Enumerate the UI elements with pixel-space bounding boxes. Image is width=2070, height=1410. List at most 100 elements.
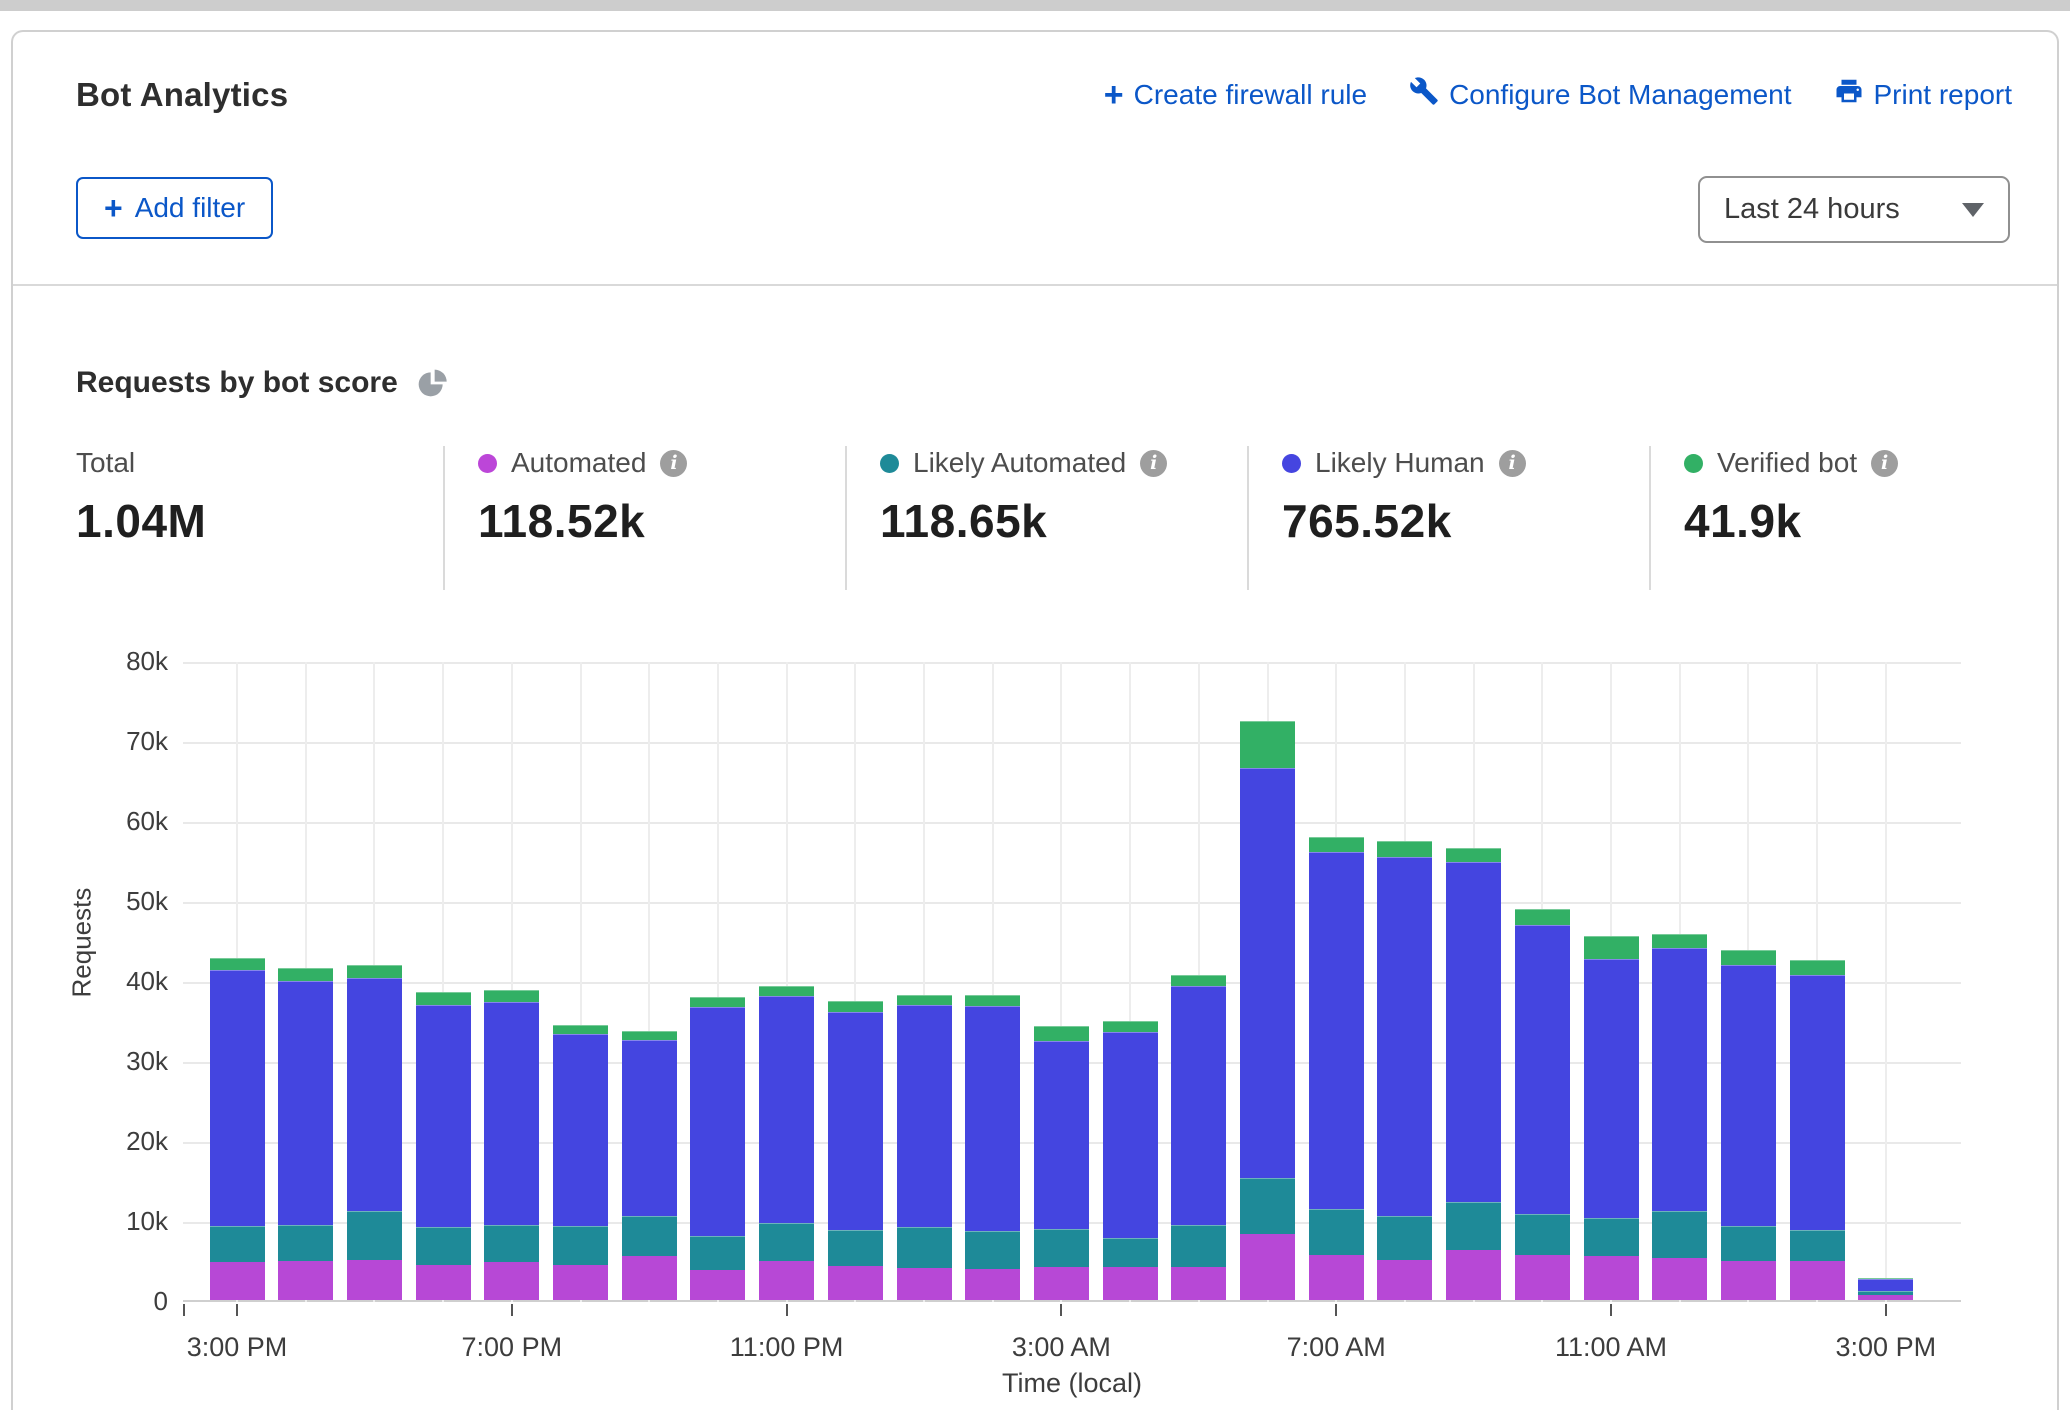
bar-segment-automated[interactable] bbox=[347, 1260, 402, 1300]
bar-segment-verified-bot[interactable] bbox=[1240, 721, 1295, 768]
add-filter-button[interactable]: + Add filter bbox=[76, 177, 273, 239]
bar-segment-likely-human[interactable] bbox=[1103, 1032, 1158, 1238]
bar-segment-verified-bot[interactable] bbox=[1790, 960, 1845, 975]
bar-segment-likely-automated[interactable] bbox=[1377, 1216, 1432, 1260]
bar-segment-likely-human[interactable] bbox=[622, 1040, 677, 1216]
bar-segment-automated[interactable] bbox=[278, 1261, 333, 1300]
bar-segment-automated[interactable] bbox=[1515, 1255, 1570, 1300]
bar-segment-automated[interactable] bbox=[1721, 1261, 1776, 1300]
bar-segment-likely-automated[interactable] bbox=[1240, 1178, 1295, 1234]
bar-segment-automated[interactable] bbox=[1309, 1255, 1364, 1300]
bar-segment-automated[interactable] bbox=[210, 1262, 265, 1300]
bar-segment-likely-automated[interactable] bbox=[416, 1227, 471, 1265]
bar-segment-likely-human[interactable] bbox=[1309, 852, 1364, 1209]
bar-segment-automated[interactable] bbox=[759, 1261, 814, 1300]
bar-segment-likely-automated[interactable] bbox=[622, 1216, 677, 1256]
bar-segment-likely-human[interactable] bbox=[828, 1012, 883, 1230]
bar-segment-likely-human[interactable] bbox=[1652, 948, 1707, 1211]
bar-segment-automated[interactable] bbox=[1652, 1258, 1707, 1300]
bar-segment-verified-bot[interactable] bbox=[416, 992, 471, 1005]
bar-segment-verified-bot[interactable] bbox=[1103, 1021, 1158, 1032]
bar-segment-likely-human[interactable] bbox=[1171, 986, 1226, 1225]
bar-segment-likely-automated[interactable] bbox=[1858, 1291, 1913, 1295]
bar-segment-likely-automated[interactable] bbox=[210, 1226, 265, 1262]
info-icon[interactable]: i bbox=[660, 450, 687, 477]
bar-segment-likely-automated[interactable] bbox=[828, 1230, 883, 1266]
bar-segment-likely-human[interactable] bbox=[965, 1006, 1020, 1231]
info-icon[interactable]: i bbox=[1140, 450, 1167, 477]
create-firewall-rule-link[interactable]: + Create firewall rule bbox=[1104, 79, 1367, 111]
bar-segment-automated[interactable] bbox=[1171, 1267, 1226, 1300]
bar-segment-automated[interactable] bbox=[1240, 1234, 1295, 1300]
bar-segment-verified-bot[interactable] bbox=[1377, 841, 1432, 857]
configure-bot-management-link[interactable]: Configure Bot Management bbox=[1409, 76, 1791, 113]
bar-segment-likely-automated[interactable] bbox=[553, 1226, 608, 1265]
bar-segment-automated[interactable] bbox=[484, 1262, 539, 1300]
bar-segment-verified-bot[interactable] bbox=[965, 995, 1020, 1006]
time-range-select[interactable]: Last 24 hours bbox=[1698, 176, 2010, 243]
bar-segment-likely-human[interactable] bbox=[1034, 1041, 1089, 1229]
bar-segment-automated[interactable] bbox=[1446, 1250, 1501, 1300]
bar-segment-automated[interactable] bbox=[1034, 1267, 1089, 1300]
bar-segment-verified-bot[interactable] bbox=[897, 995, 952, 1005]
bar-segment-likely-human[interactable] bbox=[1858, 1279, 1913, 1291]
bar-segment-likely-human[interactable] bbox=[347, 978, 402, 1212]
bar-segment-likely-automated[interactable] bbox=[1652, 1211, 1707, 1258]
bar-segment-verified-bot[interactable] bbox=[347, 965, 402, 978]
bar-segment-likely-human[interactable] bbox=[416, 1005, 471, 1227]
info-icon[interactable]: i bbox=[1871, 450, 1898, 477]
bar-segment-verified-bot[interactable] bbox=[1858, 1278, 1913, 1279]
bar-segment-verified-bot[interactable] bbox=[484, 990, 539, 1002]
bar-segment-verified-bot[interactable] bbox=[759, 986, 814, 996]
bar-segment-automated[interactable] bbox=[897, 1268, 952, 1300]
bar-segment-likely-human[interactable] bbox=[484, 1002, 539, 1225]
bar-segment-likely-human[interactable] bbox=[1377, 857, 1432, 1216]
bar-segment-likely-human[interactable] bbox=[759, 996, 814, 1223]
bar-segment-automated[interactable] bbox=[416, 1265, 471, 1300]
bar-segment-likely-automated[interactable] bbox=[1584, 1218, 1639, 1256]
bar-segment-likely-human[interactable] bbox=[690, 1007, 745, 1236]
bar-segment-verified-bot[interactable] bbox=[622, 1031, 677, 1040]
bar-segment-automated[interactable] bbox=[622, 1256, 677, 1300]
bar-segment-verified-bot[interactable] bbox=[1515, 909, 1570, 925]
bar-segment-likely-automated[interactable] bbox=[1034, 1229, 1089, 1267]
bar-segment-likely-automated[interactable] bbox=[347, 1211, 402, 1260]
bar-segment-verified-bot[interactable] bbox=[690, 997, 745, 1007]
bar-segment-likely-human[interactable] bbox=[1446, 862, 1501, 1202]
info-icon[interactable]: i bbox=[1499, 450, 1526, 477]
bar-segment-likely-human[interactable] bbox=[553, 1034, 608, 1226]
bar-segment-verified-bot[interactable] bbox=[1309, 837, 1364, 852]
bar-segment-likely-automated[interactable] bbox=[759, 1223, 814, 1261]
bar-segment-verified-bot[interactable] bbox=[1652, 934, 1707, 948]
bar-segment-likely-human[interactable] bbox=[210, 970, 265, 1226]
bar-segment-automated[interactable] bbox=[1584, 1256, 1639, 1300]
bar-segment-likely-human[interactable] bbox=[278, 981, 333, 1225]
bar-segment-automated[interactable] bbox=[1858, 1295, 1913, 1300]
bar-segment-likely-human[interactable] bbox=[1790, 975, 1845, 1230]
bar-segment-likely-automated[interactable] bbox=[897, 1227, 952, 1268]
bar-segment-verified-bot[interactable] bbox=[210, 958, 265, 970]
bar-segment-automated[interactable] bbox=[553, 1265, 608, 1300]
bar-segment-likely-automated[interactable] bbox=[965, 1231, 1020, 1269]
bar-segment-verified-bot[interactable] bbox=[1171, 975, 1226, 986]
bar-segment-likely-automated[interactable] bbox=[1103, 1238, 1158, 1267]
bar-segment-verified-bot[interactable] bbox=[553, 1025, 608, 1034]
bar-segment-automated[interactable] bbox=[690, 1270, 745, 1300]
bar-segment-likely-human[interactable] bbox=[1584, 959, 1639, 1218]
bar-segment-likely-automated[interactable] bbox=[1790, 1230, 1845, 1261]
bar-segment-likely-human[interactable] bbox=[897, 1005, 952, 1227]
bar-segment-likely-automated[interactable] bbox=[1309, 1209, 1364, 1255]
bar-segment-likely-automated[interactable] bbox=[484, 1225, 539, 1262]
bar-segment-automated[interactable] bbox=[1377, 1260, 1432, 1300]
bar-segment-likely-automated[interactable] bbox=[1446, 1202, 1501, 1250]
print-report-link[interactable]: Print report bbox=[1834, 76, 2013, 113]
bar-segment-likely-automated[interactable] bbox=[1515, 1214, 1570, 1255]
bar-segment-verified-bot[interactable] bbox=[828, 1001, 883, 1012]
bar-segment-likely-human[interactable] bbox=[1515, 925, 1570, 1214]
bar-segment-likely-automated[interactable] bbox=[690, 1236, 745, 1270]
bar-segment-verified-bot[interactable] bbox=[1721, 950, 1776, 964]
bar-segment-verified-bot[interactable] bbox=[1584, 936, 1639, 959]
bar-segment-likely-automated[interactable] bbox=[1171, 1225, 1226, 1267]
bar-segment-automated[interactable] bbox=[1103, 1267, 1158, 1300]
bar-segment-likely-human[interactable] bbox=[1721, 965, 1776, 1226]
